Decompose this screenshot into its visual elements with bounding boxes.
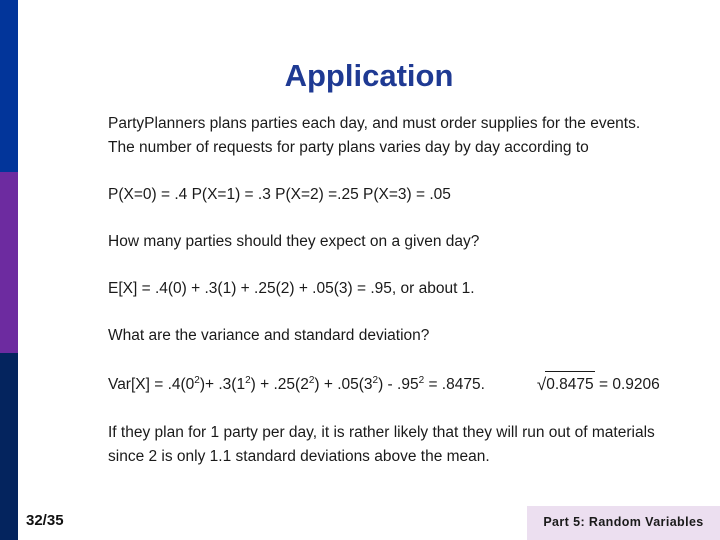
standard-deviation-expression: √0.8475 = 0.9206 bbox=[537, 371, 660, 398]
slide-canvas: Application PartyPlanners plans parties … bbox=[0, 0, 720, 540]
variance-mid-3: ) + .05(3 bbox=[314, 376, 373, 393]
slide-body: PartyPlanners plans parties each day, an… bbox=[108, 112, 708, 469]
variance-mid-1: )+ .3(1 bbox=[199, 376, 246, 393]
radicand-value: 0.8475 bbox=[545, 371, 595, 398]
footer-band: Part 5: Random Variables bbox=[527, 506, 720, 540]
variance-tail: = .8475. bbox=[424, 376, 485, 393]
page-number: 32/35 bbox=[26, 512, 64, 529]
question-variance: What are the variance and standard devia… bbox=[108, 327, 430, 344]
sidebar-segment-bottom bbox=[0, 353, 18, 540]
sidebar-segment-middle bbox=[0, 172, 18, 353]
standard-deviation-result: = 0.9206 bbox=[594, 376, 660, 393]
intro-line-1: PartyPlanners plans parties each day, an… bbox=[108, 115, 641, 132]
variance-mid-4: ) - .95 bbox=[378, 376, 419, 393]
conclusion-line-1: If they plan for 1 party per day, it is … bbox=[108, 424, 655, 441]
footer-section-label: Part 5: Random Variables bbox=[543, 515, 704, 529]
intro-line-2: The number of requests for party plans v… bbox=[108, 139, 589, 156]
variance-equation: Var[X] = .4(02)+ .3(12) + .25(22) + .05(… bbox=[108, 371, 708, 398]
sidebar-segment-top bbox=[0, 0, 18, 172]
expected-value-equation: E[X] = .4(0) + .3(1) + .25(2) + .05(3) =… bbox=[108, 280, 475, 297]
decorative-sidebar bbox=[0, 0, 18, 540]
variance-lead: Var[X] = .4(0 bbox=[108, 376, 195, 393]
distribution-line: P(X=0) = .4 P(X=1) = .3 P(X=2) =.25 P(X=… bbox=[108, 186, 451, 203]
question-expected-value: How many parties should they expect on a… bbox=[108, 233, 480, 250]
slide-title: Application bbox=[284, 58, 454, 93]
conclusion-line-2: since 2 is only 1.1 standard deviations … bbox=[108, 448, 490, 465]
variance-mid-2: ) + .25(2 bbox=[250, 376, 309, 393]
radical: √0.8475 bbox=[537, 371, 595, 398]
